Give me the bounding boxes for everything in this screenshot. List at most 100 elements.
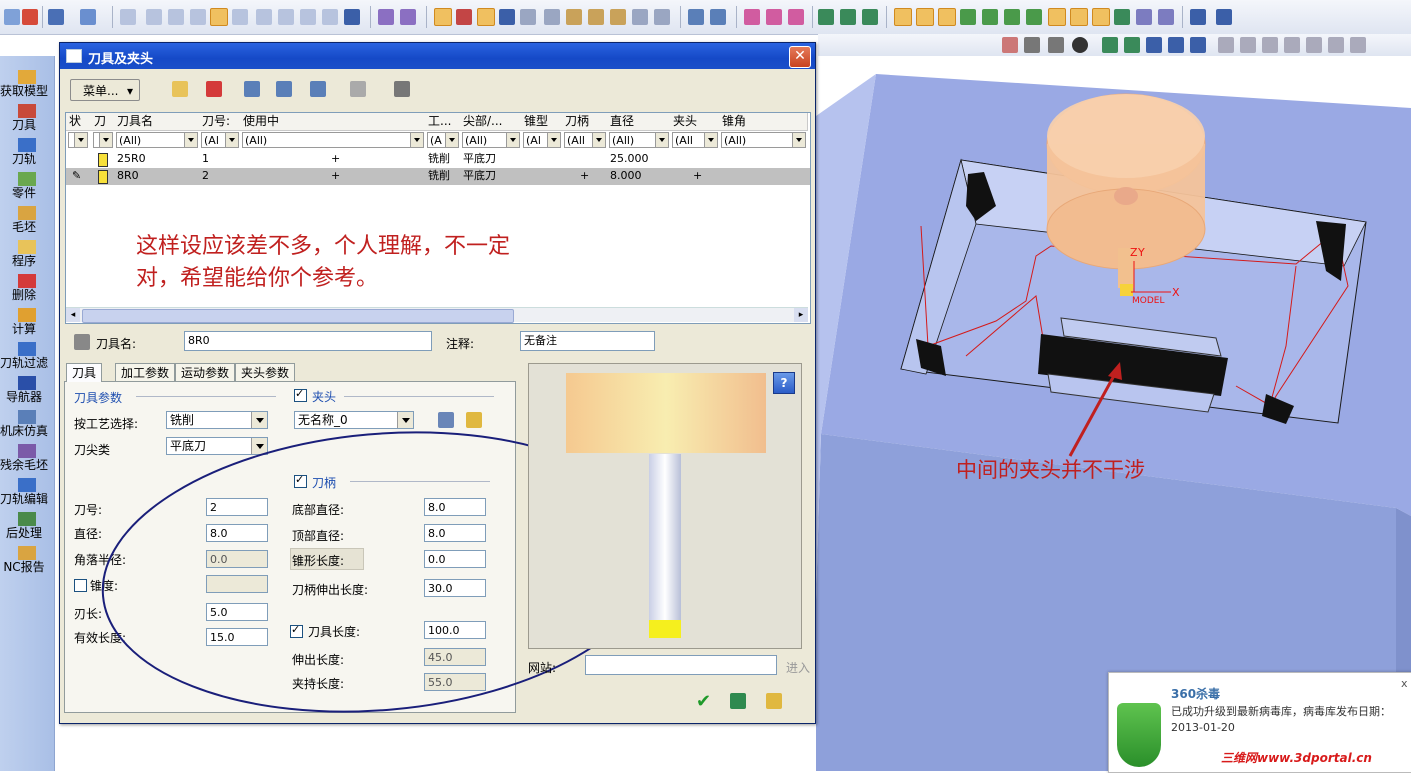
popup-close-button[interactable]: x — [1401, 677, 1408, 690]
toggle-icon-3[interactable] — [477, 8, 495, 26]
view-icon-2[interactable] — [146, 9, 162, 25]
sidebar-item-part[interactable]: 零件 — [0, 172, 54, 206]
curve-icon-10[interactable] — [1114, 9, 1130, 25]
view-icon-4[interactable] — [190, 9, 206, 25]
axis-icon-3[interactable] — [862, 9, 878, 25]
import-tool-icon[interactable] — [244, 81, 260, 97]
comment-input[interactable]: 无备注 — [520, 331, 655, 351]
cancel-select-icon[interactable] — [22, 9, 38, 25]
filter-taper-type[interactable]: (Al — [523, 132, 561, 148]
website-input[interactable] — [585, 655, 777, 675]
table-hscrollbar[interactable]: ◂ ▸ — [66, 307, 808, 323]
curve-edit-icon-1[interactable] — [1102, 37, 1118, 53]
filter-in-use[interactable]: (All) — [242, 132, 424, 148]
circle-draw-icon[interactable] — [1072, 37, 1088, 53]
sidebar-item-program[interactable]: 程序 — [0, 240, 54, 274]
select-icon[interactable] — [4, 9, 20, 25]
col-tip[interactable]: 尖部/... — [460, 113, 522, 131]
sidebar-item-nc-report[interactable]: NC报告 — [0, 546, 54, 580]
filter-tip[interactable]: (All) — [462, 132, 520, 148]
view-icon-7[interactable] — [278, 9, 294, 25]
clear-filter-icon[interactable] — [350, 81, 366, 97]
sidebar-item-toolpath[interactable]: 刀轨 — [0, 138, 54, 172]
tool-name-input[interactable]: 8R0 — [184, 331, 432, 351]
sidebar-item-rest-stock[interactable]: 残余毛坯 — [0, 444, 54, 478]
filter-type[interactable] — [93, 132, 113, 148]
filter-holder[interactable]: (All — [564, 132, 606, 148]
surface-icon-2[interactable] — [1240, 37, 1256, 53]
list-icon[interactable] — [344, 9, 360, 25]
view-icon-3[interactable] — [168, 9, 184, 25]
export-tool-icon[interactable] — [276, 81, 292, 97]
shape-icon-1[interactable] — [744, 9, 760, 25]
circle-icon[interactable] — [938, 8, 956, 26]
chuck-checkbox[interactable] — [294, 387, 307, 402]
grid-icon[interactable] — [1158, 9, 1174, 25]
process-select[interactable]: 铣削 — [166, 411, 268, 429]
pick-icon[interactable] — [80, 9, 96, 25]
col-type[interactable]: 刀 — [91, 113, 115, 131]
curve-edit-icon-5[interactable] — [1190, 37, 1206, 53]
misc-icon-5[interactable] — [632, 9, 648, 25]
curve-icon-1[interactable] — [894, 8, 912, 26]
help-icon[interactable] — [520, 9, 536, 25]
tool-icon-1[interactable] — [378, 9, 394, 25]
col-chuck[interactable]: 夹头 — [670, 113, 720, 131]
view-icon-1[interactable] — [120, 9, 136, 25]
shape-icon-3[interactable] — [788, 9, 804, 25]
view-icon-5[interactable] — [232, 9, 248, 25]
toggle-icon-1[interactable] — [434, 8, 452, 26]
curve-edit-icon-4[interactable] — [1168, 37, 1184, 53]
axis-icon-2[interactable] — [840, 9, 856, 25]
sidebar-item-post[interactable]: 后处理 — [0, 512, 54, 546]
filter-status[interactable] — [68, 132, 88, 148]
sidebar-item-machine-sim[interactable]: 机床仿真 — [0, 410, 54, 444]
chuck-select[interactable]: 无名称_0 — [294, 411, 414, 429]
curve-icon-6[interactable] — [1026, 9, 1042, 25]
edit-icon-2[interactable] — [710, 9, 726, 25]
taper-checkbox[interactable] — [74, 579, 87, 592]
surface-icon-6[interactable] — [1328, 37, 1344, 53]
view-icon-8[interactable] — [300, 9, 316, 25]
col-status[interactable]: 状 — [66, 113, 92, 131]
export-icon[interactable] — [766, 693, 782, 709]
line-icon[interactable] — [1024, 37, 1040, 53]
sidebar-item-toolpath-filter[interactable]: 刀轨过滤 — [0, 342, 54, 376]
misc-icon-4[interactable] — [610, 9, 626, 25]
surface-icon-5[interactable] — [1306, 37, 1322, 53]
col-name[interactable]: 刀具名 — [114, 113, 200, 131]
active-tool-icon[interactable] — [210, 8, 228, 26]
col-taper-angle[interactable]: 锥角 — [719, 113, 808, 131]
dialog-close-button[interactable]: ✕ — [789, 46, 811, 68]
scroll-thumb[interactable] — [82, 309, 514, 323]
workplane-icon[interactable] — [1216, 9, 1232, 25]
filter-taper-angle[interactable]: (All) — [721, 132, 806, 148]
filter-chuck[interactable]: (All — [672, 132, 718, 148]
help-button[interactable]: ? — [773, 372, 795, 394]
curve-icon-9[interactable] — [1092, 8, 1110, 26]
new-tool-icon[interactable] — [172, 81, 188, 97]
scroll-left-arrow[interactable]: ◂ — [66, 308, 80, 322]
view-icon-9[interactable] — [322, 9, 338, 25]
surface-icon-3[interactable] — [1262, 37, 1278, 53]
curve-icon-3[interactable] — [960, 9, 976, 25]
misc-icon-3[interactable] — [588, 9, 604, 25]
tab-motion-params[interactable]: 运动参数 — [175, 363, 236, 382]
point-icon[interactable] — [1002, 37, 1018, 53]
sidebar-item-stock[interactable]: 毛坯 — [0, 206, 54, 240]
sidebar-item-delete[interactable]: 删除 — [0, 274, 54, 308]
misc-icon-2[interactable] — [566, 9, 582, 25]
curve-icon-4[interactable] — [982, 9, 998, 25]
col-holder[interactable]: 刀柄 — [562, 113, 608, 131]
filter-diameter[interactable]: (All) — [609, 132, 669, 148]
curve-icon-7[interactable] — [1048, 8, 1066, 26]
arc-icon[interactable] — [1048, 37, 1064, 53]
filter-name[interactable]: (All) — [116, 132, 198, 148]
sidebar-item-tool[interactable]: 刀具 — [0, 104, 54, 138]
sidebar-item-calculate[interactable]: 计算 — [0, 308, 54, 342]
col-process[interactable]: 工... — [425, 113, 461, 131]
pointer-icon[interactable] — [48, 9, 64, 25]
delete-tool-icon[interactable] — [206, 81, 222, 97]
tab-tool[interactable]: 刀具 — [66, 363, 103, 382]
3d-viewport[interactable]: Z Y X MODEL 中间的夹头并不干涉 — [816, 56, 1411, 771]
